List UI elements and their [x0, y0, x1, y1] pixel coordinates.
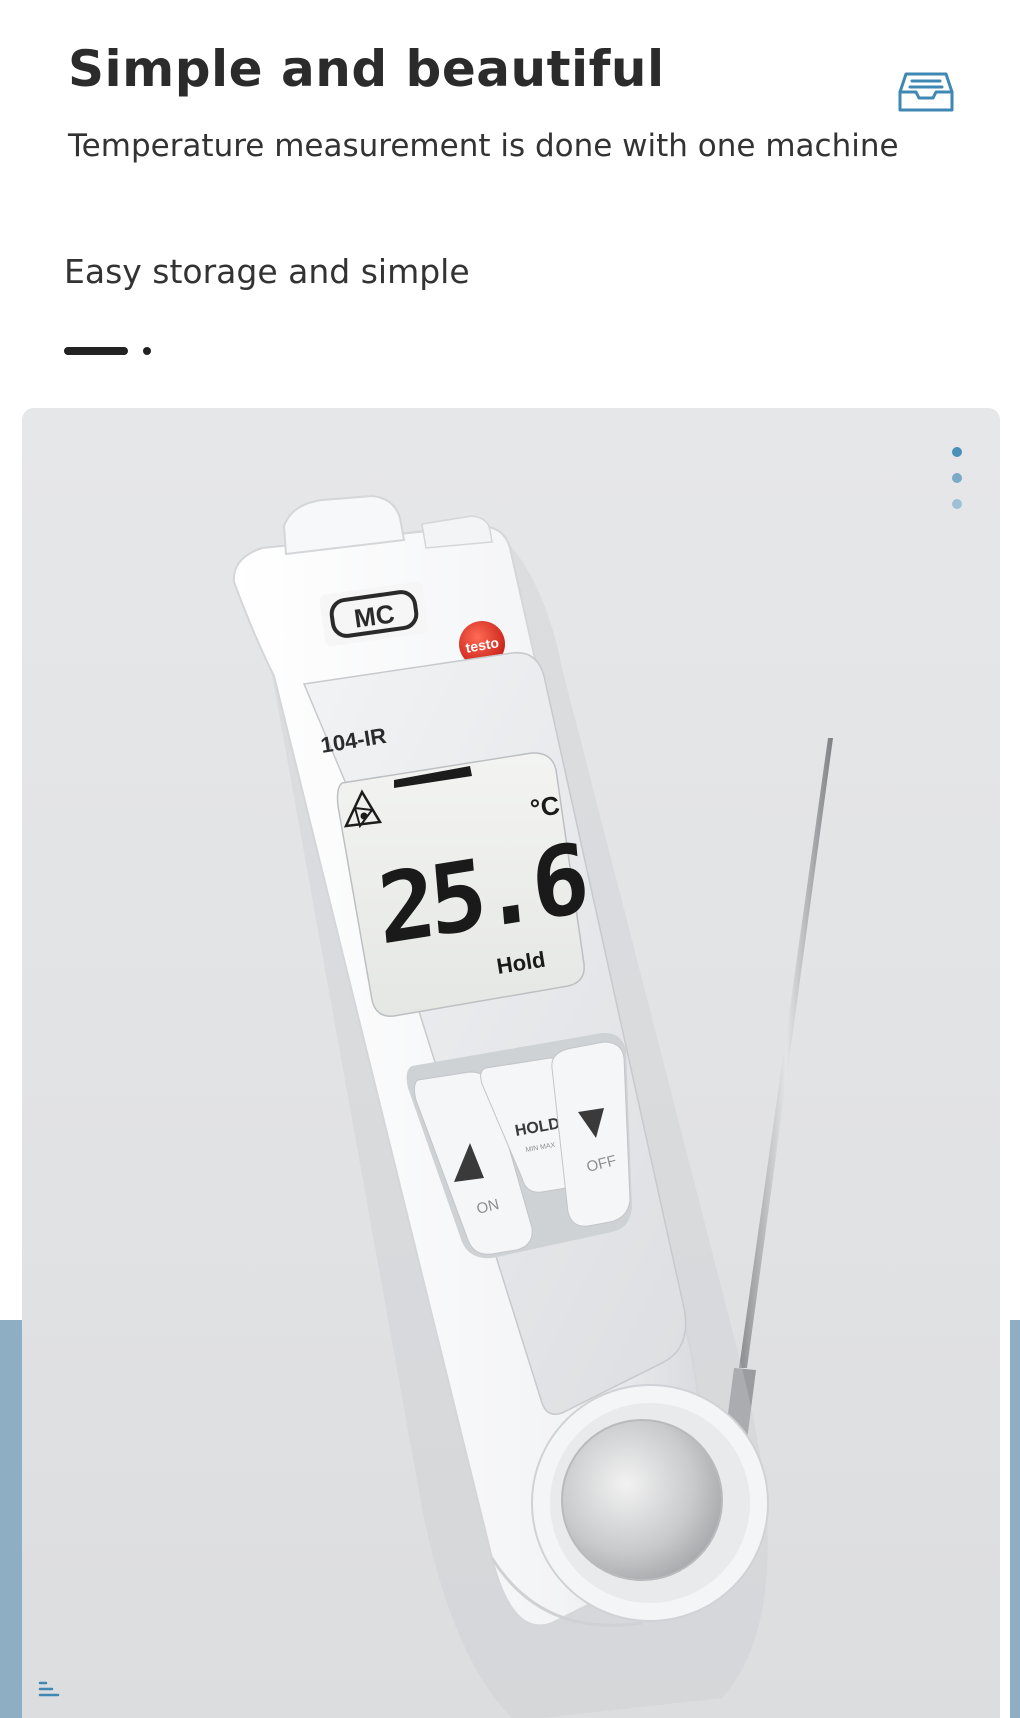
feature-tagline: Easy storage and simple [64, 252, 470, 291]
page-subtitle: Temperature measurement is done with one… [68, 128, 899, 164]
temperature-unit: °C [528, 790, 562, 824]
side-accent-right [1010, 1320, 1020, 1718]
carousel-dot-2[interactable] [952, 473, 962, 483]
svg-text:MC: MC [352, 598, 396, 633]
storage-tray-icon[interactable] [896, 66, 956, 116]
page-title: Simple and beautiful [68, 40, 665, 98]
slide-indicator [64, 344, 154, 358]
product-image-panel: MC testo 104-IR 25.6 °C Hold ON HOLD MIN… [22, 408, 1000, 1718]
lcd-display: 25.6 °C Hold [336, 752, 589, 1017]
carousel-dot-1[interactable] [952, 447, 962, 457]
slide-indicator-active[interactable] [64, 347, 128, 355]
thermometer-illustration: MC testo 104-IR 25.6 °C Hold ON HOLD MIN… [232, 494, 833, 1718]
carousel-dot-3[interactable] [952, 499, 962, 509]
slide-indicator-dot[interactable] [143, 347, 151, 355]
probe-needle [739, 738, 833, 1368]
carousel-pagination [950, 447, 964, 517]
menu-icon[interactable] [38, 1679, 60, 1697]
side-accent-left [0, 1320, 22, 1718]
